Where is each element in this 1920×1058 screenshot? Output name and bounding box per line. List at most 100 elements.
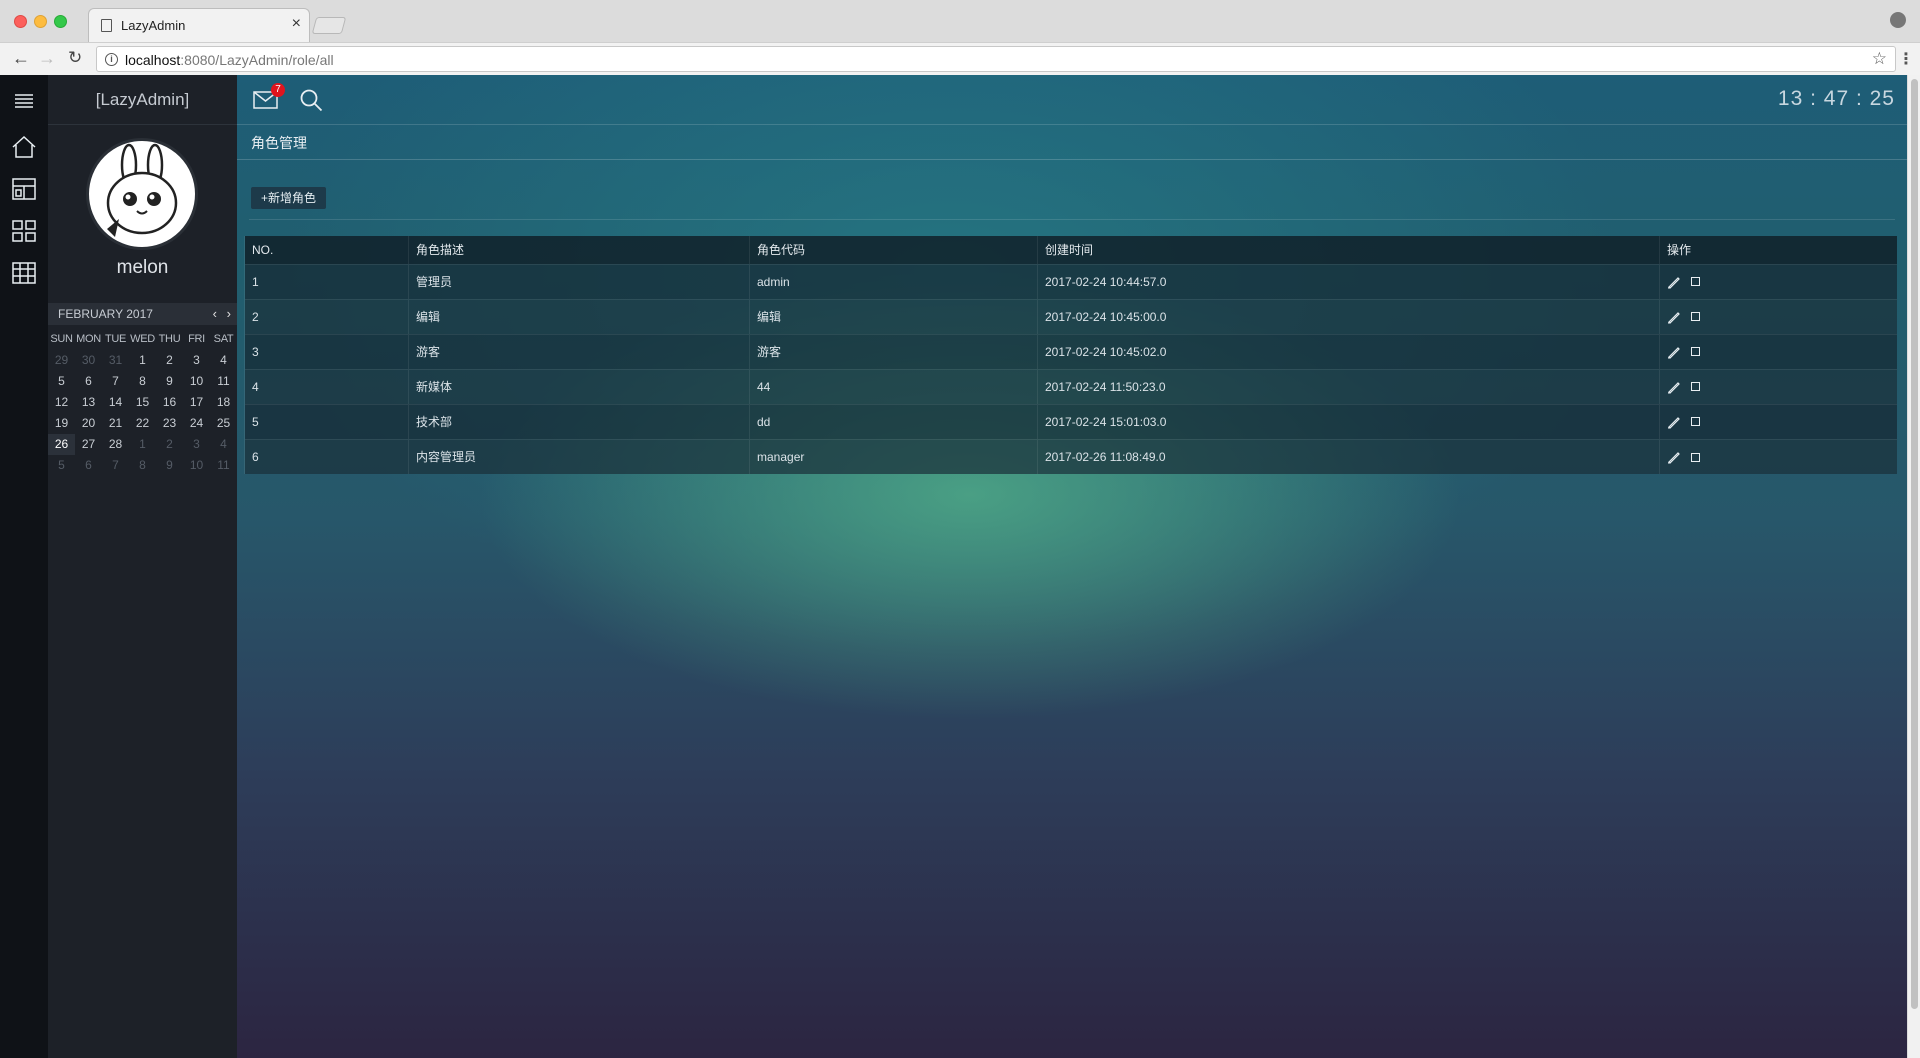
column-header-description[interactable]: 角色描述: [408, 236, 750, 264]
tab-title: LazyAdmin: [121, 18, 186, 33]
calendar-day[interactable]: 16: [156, 392, 183, 413]
calendar-day[interactable]: 30: [75, 350, 102, 371]
column-header-actions: 操作: [1659, 236, 1897, 264]
avatar[interactable]: [86, 138, 198, 250]
browser-menu-icon[interactable]: ⋮: [1898, 49, 1914, 69]
delete-icon[interactable]: [1691, 417, 1700, 427]
calendar-day[interactable]: 5: [48, 371, 75, 392]
app-title[interactable]: [LazyAdmin]: [48, 90, 237, 110]
calendar-day[interactable]: 11: [210, 371, 237, 392]
calendar-prev-icon[interactable]: ‹: [213, 303, 217, 325]
calendar-day[interactable]: 29: [48, 350, 75, 371]
minimize-window-button[interactable]: [34, 15, 47, 28]
calendar-day[interactable]: 25: [210, 413, 237, 434]
calendar-day[interactable]: 1: [129, 350, 156, 371]
button-divider: [249, 219, 1895, 220]
calendar-day[interactable]: 8: [129, 371, 156, 392]
calendar-day[interactable]: 2: [156, 434, 183, 455]
calendar-day[interactable]: 5: [48, 455, 75, 476]
column-header-code[interactable]: 角色代码: [749, 236, 1038, 264]
roles-table: NO. 角色描述 角色代码 创建时间 操作 1 管理员 admin 2017-02-2…: [244, 236, 1897, 474]
calendar-day[interactable]: 18: [210, 392, 237, 413]
calendar-day[interactable]: 31: [102, 350, 129, 371]
close-tab-icon[interactable]: ×: [292, 15, 301, 33]
table-row: 2 编辑 编辑 2017-02-24 10:45:00.0: [244, 298, 1897, 334]
edit-icon[interactable]: [1667, 380, 1681, 394]
search-icon[interactable]: [299, 88, 323, 112]
calendar-day[interactable]: 22: [129, 413, 156, 434]
dashboard-icon[interactable]: [0, 169, 48, 209]
edit-icon[interactable]: [1667, 345, 1681, 359]
scrollbar-thumb[interactable]: [1911, 79, 1918, 1009]
calendar-day[interactable]: 24: [183, 413, 210, 434]
back-icon[interactable]: ←: [12, 48, 30, 68]
calendar-day[interactable]: 15: [129, 392, 156, 413]
maximize-window-button[interactable]: [54, 15, 67, 28]
calendar-day[interactable]: 23: [156, 413, 183, 434]
table-row: 6 内容管理员 manager 2017-02-26 11:08:49.0: [244, 438, 1897, 474]
calendar-day[interactable]: 27: [75, 434, 102, 455]
home-icon[interactable]: [0, 127, 48, 167]
delete-icon[interactable]: [1691, 347, 1700, 357]
edit-icon[interactable]: [1667, 310, 1681, 324]
calendar-day[interactable]: 12: [48, 392, 75, 413]
add-role-button[interactable]: +新增角色: [251, 187, 327, 209]
calendar-day[interactable]: 6: [75, 455, 102, 476]
url-path: :8080/LazyAdmin/role/all: [180, 52, 334, 68]
calendar-day[interactable]: 9: [156, 455, 183, 476]
username: melon: [116, 257, 169, 278]
delete-icon[interactable]: [1691, 277, 1700, 287]
calendar-day[interactable]: 1: [129, 434, 156, 455]
cell-actions: [1659, 403, 1897, 439]
calendar-day[interactable]: 9: [156, 371, 183, 392]
cell-no: 1: [244, 263, 409, 299]
calendar-day[interactable]: 3: [183, 434, 210, 455]
delete-icon[interactable]: [1691, 452, 1700, 462]
calendar-day[interactable]: 19: [48, 413, 75, 434]
url-text[interactable]: localhost:8080/LazyAdmin/role/all: [125, 52, 334, 68]
cell-code: 编辑: [749, 298, 1038, 334]
calendar-day[interactable]: 4: [210, 350, 237, 371]
calendar-next-icon[interactable]: ›: [227, 303, 231, 325]
grid-icon[interactable]: [0, 211, 48, 251]
calendar-weekday: SUN: [50, 333, 73, 345]
calendar-day[interactable]: 8: [129, 455, 156, 476]
page-scrollbar[interactable]: [1907, 75, 1920, 1058]
edit-icon[interactable]: [1667, 415, 1681, 429]
calendar-day[interactable]: 26: [48, 434, 75, 455]
calendar-day[interactable]: 20: [75, 413, 102, 434]
calendar-day[interactable]: 3: [183, 350, 210, 371]
forward-icon[interactable]: →: [38, 48, 56, 68]
calendar-day[interactable]: 2: [156, 350, 183, 371]
calendar-day[interactable]: 4: [210, 434, 237, 455]
menu-toggle-icon[interactable]: [0, 81, 48, 121]
calendar-day[interactable]: 10: [183, 371, 210, 392]
document-icon: [101, 19, 112, 32]
browser-tab[interactable]: LazyAdmin ×: [88, 8, 310, 42]
calendar-day[interactable]: 10: [183, 455, 210, 476]
close-window-button[interactable]: [14, 15, 27, 28]
calendar-day[interactable]: 11: [210, 455, 237, 476]
info-icon[interactable]: i: [105, 53, 118, 66]
edit-icon[interactable]: [1667, 275, 1681, 289]
address-bar[interactable]: i localhost:8080/LazyAdmin/role/all ☆: [96, 46, 1896, 72]
calendar-day[interactable]: 17: [183, 392, 210, 413]
calendar-day[interactable]: 28: [102, 434, 129, 455]
delete-icon[interactable]: [1691, 382, 1700, 392]
calendar-day[interactable]: 14: [102, 392, 129, 413]
edit-icon[interactable]: [1667, 450, 1681, 465]
table-icon[interactable]: [0, 253, 48, 293]
calendar-day[interactable]: 6: [75, 371, 102, 392]
calendar-day[interactable]: 13: [75, 392, 102, 413]
calendar-day[interactable]: 7: [102, 455, 129, 476]
calendar-day[interactable]: 7: [102, 371, 129, 392]
new-tab-button[interactable]: [311, 17, 347, 34]
reload-icon[interactable]: ↻: [68, 48, 82, 68]
calendar-day[interactable]: 21: [102, 413, 129, 434]
column-header-no[interactable]: NO.: [244, 236, 409, 264]
column-header-created[interactable]: 创建时间: [1037, 236, 1660, 264]
bookmark-star-icon[interactable]: ☆: [1872, 49, 1887, 69]
profile-icon[interactable]: [1890, 12, 1906, 28]
delete-icon[interactable]: [1691, 312, 1700, 322]
icon-navbar: [0, 75, 48, 1058]
